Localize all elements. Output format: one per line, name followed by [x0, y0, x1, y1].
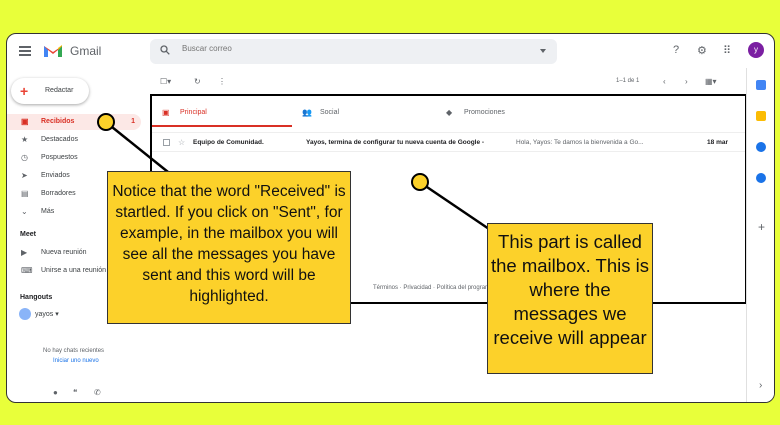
callout-marker-left [97, 113, 115, 131]
annotation-callout-right: This part is called the mailbox. This is… [487, 223, 653, 374]
callout-marker-right [411, 173, 429, 191]
annotation-callout-left: Notice that the word "Received" is start… [107, 171, 351, 324]
